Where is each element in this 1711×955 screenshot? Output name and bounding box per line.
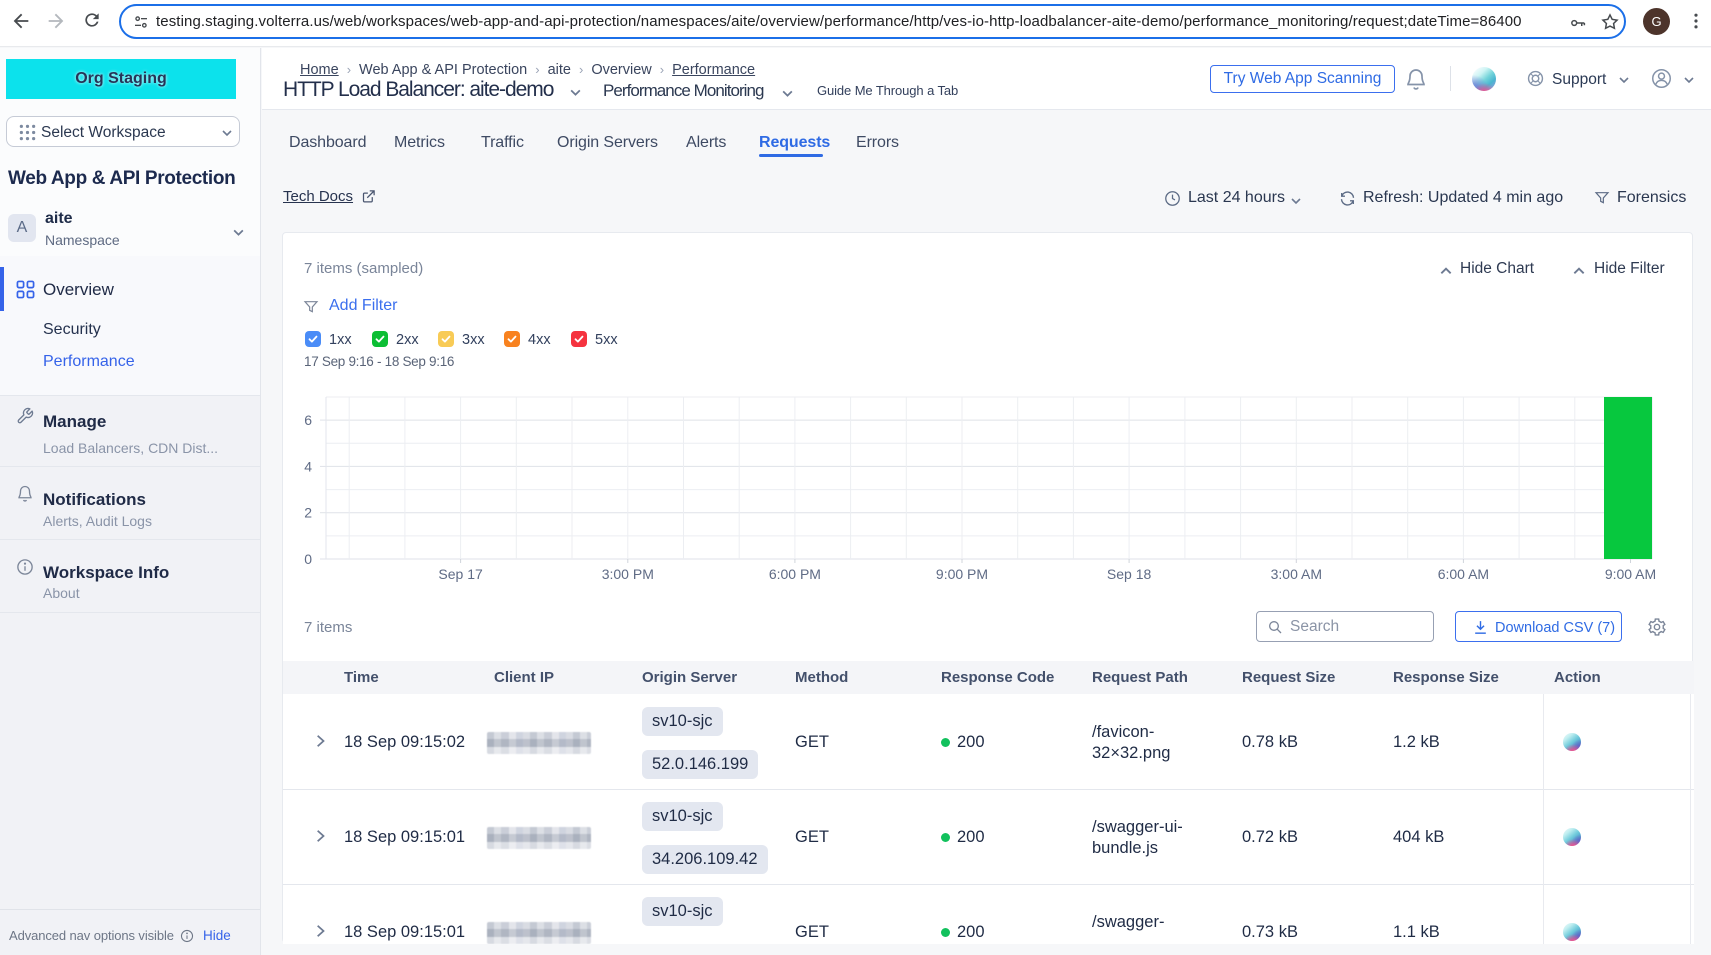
svg-text:6:00 PM: 6:00 PM	[769, 566, 821, 582]
svg-text:9:00 AM: 9:00 AM	[1605, 566, 1656, 582]
svg-text:0: 0	[304, 551, 312, 567]
svg-text:Sep 18: Sep 18	[1107, 566, 1152, 582]
svg-text:3:00 AM: 3:00 AM	[1271, 566, 1322, 582]
svg-text:Sep 17: Sep 17	[438, 566, 483, 582]
svg-text:2: 2	[304, 505, 312, 521]
svg-text:6:00 AM: 6:00 AM	[1438, 566, 1489, 582]
svg-text:4: 4	[304, 458, 312, 474]
svg-text:6: 6	[304, 412, 312, 428]
svg-text:9:00 PM: 9:00 PM	[936, 566, 988, 582]
svg-text:3:00 PM: 3:00 PM	[602, 566, 654, 582]
